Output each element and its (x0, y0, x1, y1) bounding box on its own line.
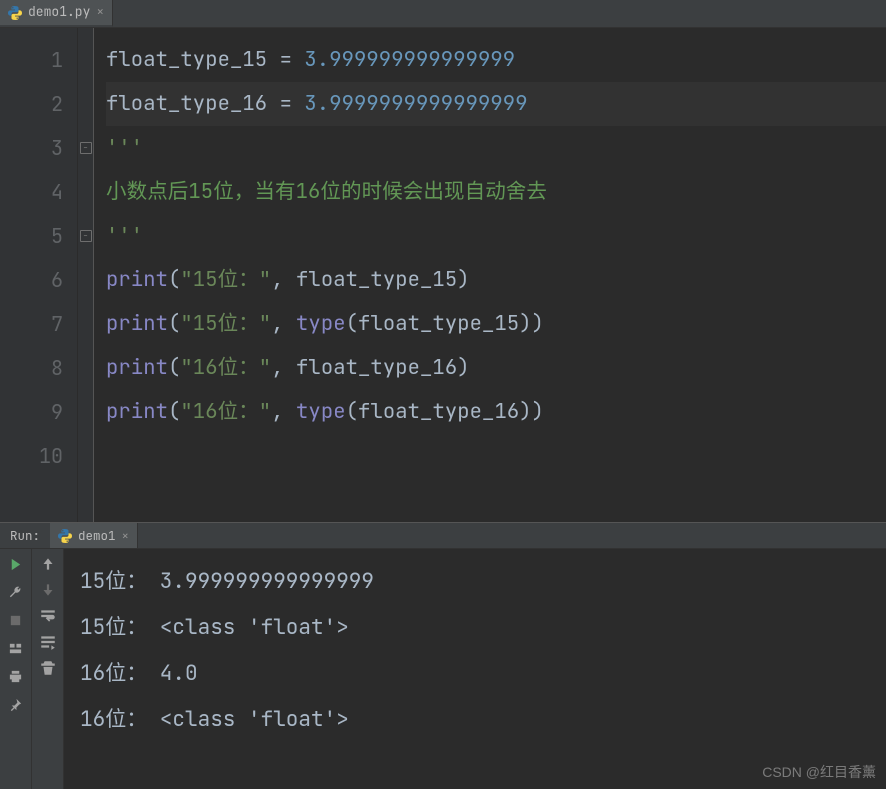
console-line: 16位： <class 'float'> (80, 697, 886, 743)
arrow-up-icon[interactable] (39, 555, 57, 573)
editor-tab-demo1[interactable]: demo1.py × (0, 0, 113, 27)
run-icon[interactable] (7, 555, 25, 573)
scroll-to-end-icon[interactable] (39, 633, 57, 651)
run-toolbar-left (0, 549, 32, 789)
code-line: print("15位：", type(float_type_15)) (106, 302, 886, 346)
print-icon[interactable] (7, 667, 25, 685)
run-tab-name: demo1 (78, 527, 116, 545)
layout-icon[interactable] (7, 639, 25, 657)
watermark: CSDN @红目香薰 (762, 763, 876, 783)
fold-icon[interactable]: − (80, 230, 92, 242)
code-line (106, 434, 886, 478)
python-icon (58, 529, 72, 543)
wrench-icon[interactable] (7, 583, 25, 601)
console-line: 15位： 3.999999999999999 (80, 559, 886, 605)
code-line: float_type_16 = 3.9999999999999999 (106, 82, 886, 126)
line-number-gutter: 123 456 789 10 (0, 28, 78, 522)
close-run-tab-icon[interactable]: × (122, 527, 130, 545)
soft-wrap-icon[interactable] (39, 607, 57, 625)
code-line: 小数点后15位，当有16位的时候会出现自动舍去 (106, 170, 886, 214)
console-line: 16位： 4.0 (80, 651, 886, 697)
tab-filename: demo1.py (28, 3, 90, 21)
run-header: Run: demo1 × (0, 523, 886, 549)
code-line: ''' (106, 126, 886, 170)
arrow-down-icon[interactable] (39, 581, 57, 599)
trash-icon[interactable] (39, 659, 57, 677)
run-panel: Run: demo1 × 15位： 3.999999999999 (0, 522, 886, 789)
console-output[interactable]: 15位： 3.999999999999999 15位： <class 'floa… (64, 549, 886, 789)
code-line: print("16位：", type(float_type_16)) (106, 390, 886, 434)
console-line: 15位： <class 'float'> (80, 605, 886, 651)
code-line: print("16位：", float_type_16) (106, 346, 886, 390)
run-label: Run: (0, 527, 50, 545)
code-line: ''' (106, 214, 886, 258)
pin-icon[interactable] (7, 695, 25, 713)
fold-icon[interactable]: − (80, 142, 92, 154)
editor-tabbar: demo1.py × (0, 0, 886, 28)
code-line: float_type_15 = 3.999999999999999 (106, 38, 886, 82)
stop-icon[interactable] (7, 611, 25, 629)
python-icon (8, 6, 22, 20)
close-tab-icon[interactable]: × (96, 3, 104, 21)
code-area[interactable]: float_type_15 = 3.999999999999999 float_… (94, 28, 886, 522)
fold-column: − − (78, 28, 94, 522)
code-line: print("15位：", float_type_15) (106, 258, 886, 302)
run-tab[interactable]: demo1 × (50, 523, 138, 548)
code-editor[interactable]: 123 456 789 10 − − float_type_15 = 3.999… (0, 28, 886, 522)
run-toolbar-inner (32, 549, 64, 789)
